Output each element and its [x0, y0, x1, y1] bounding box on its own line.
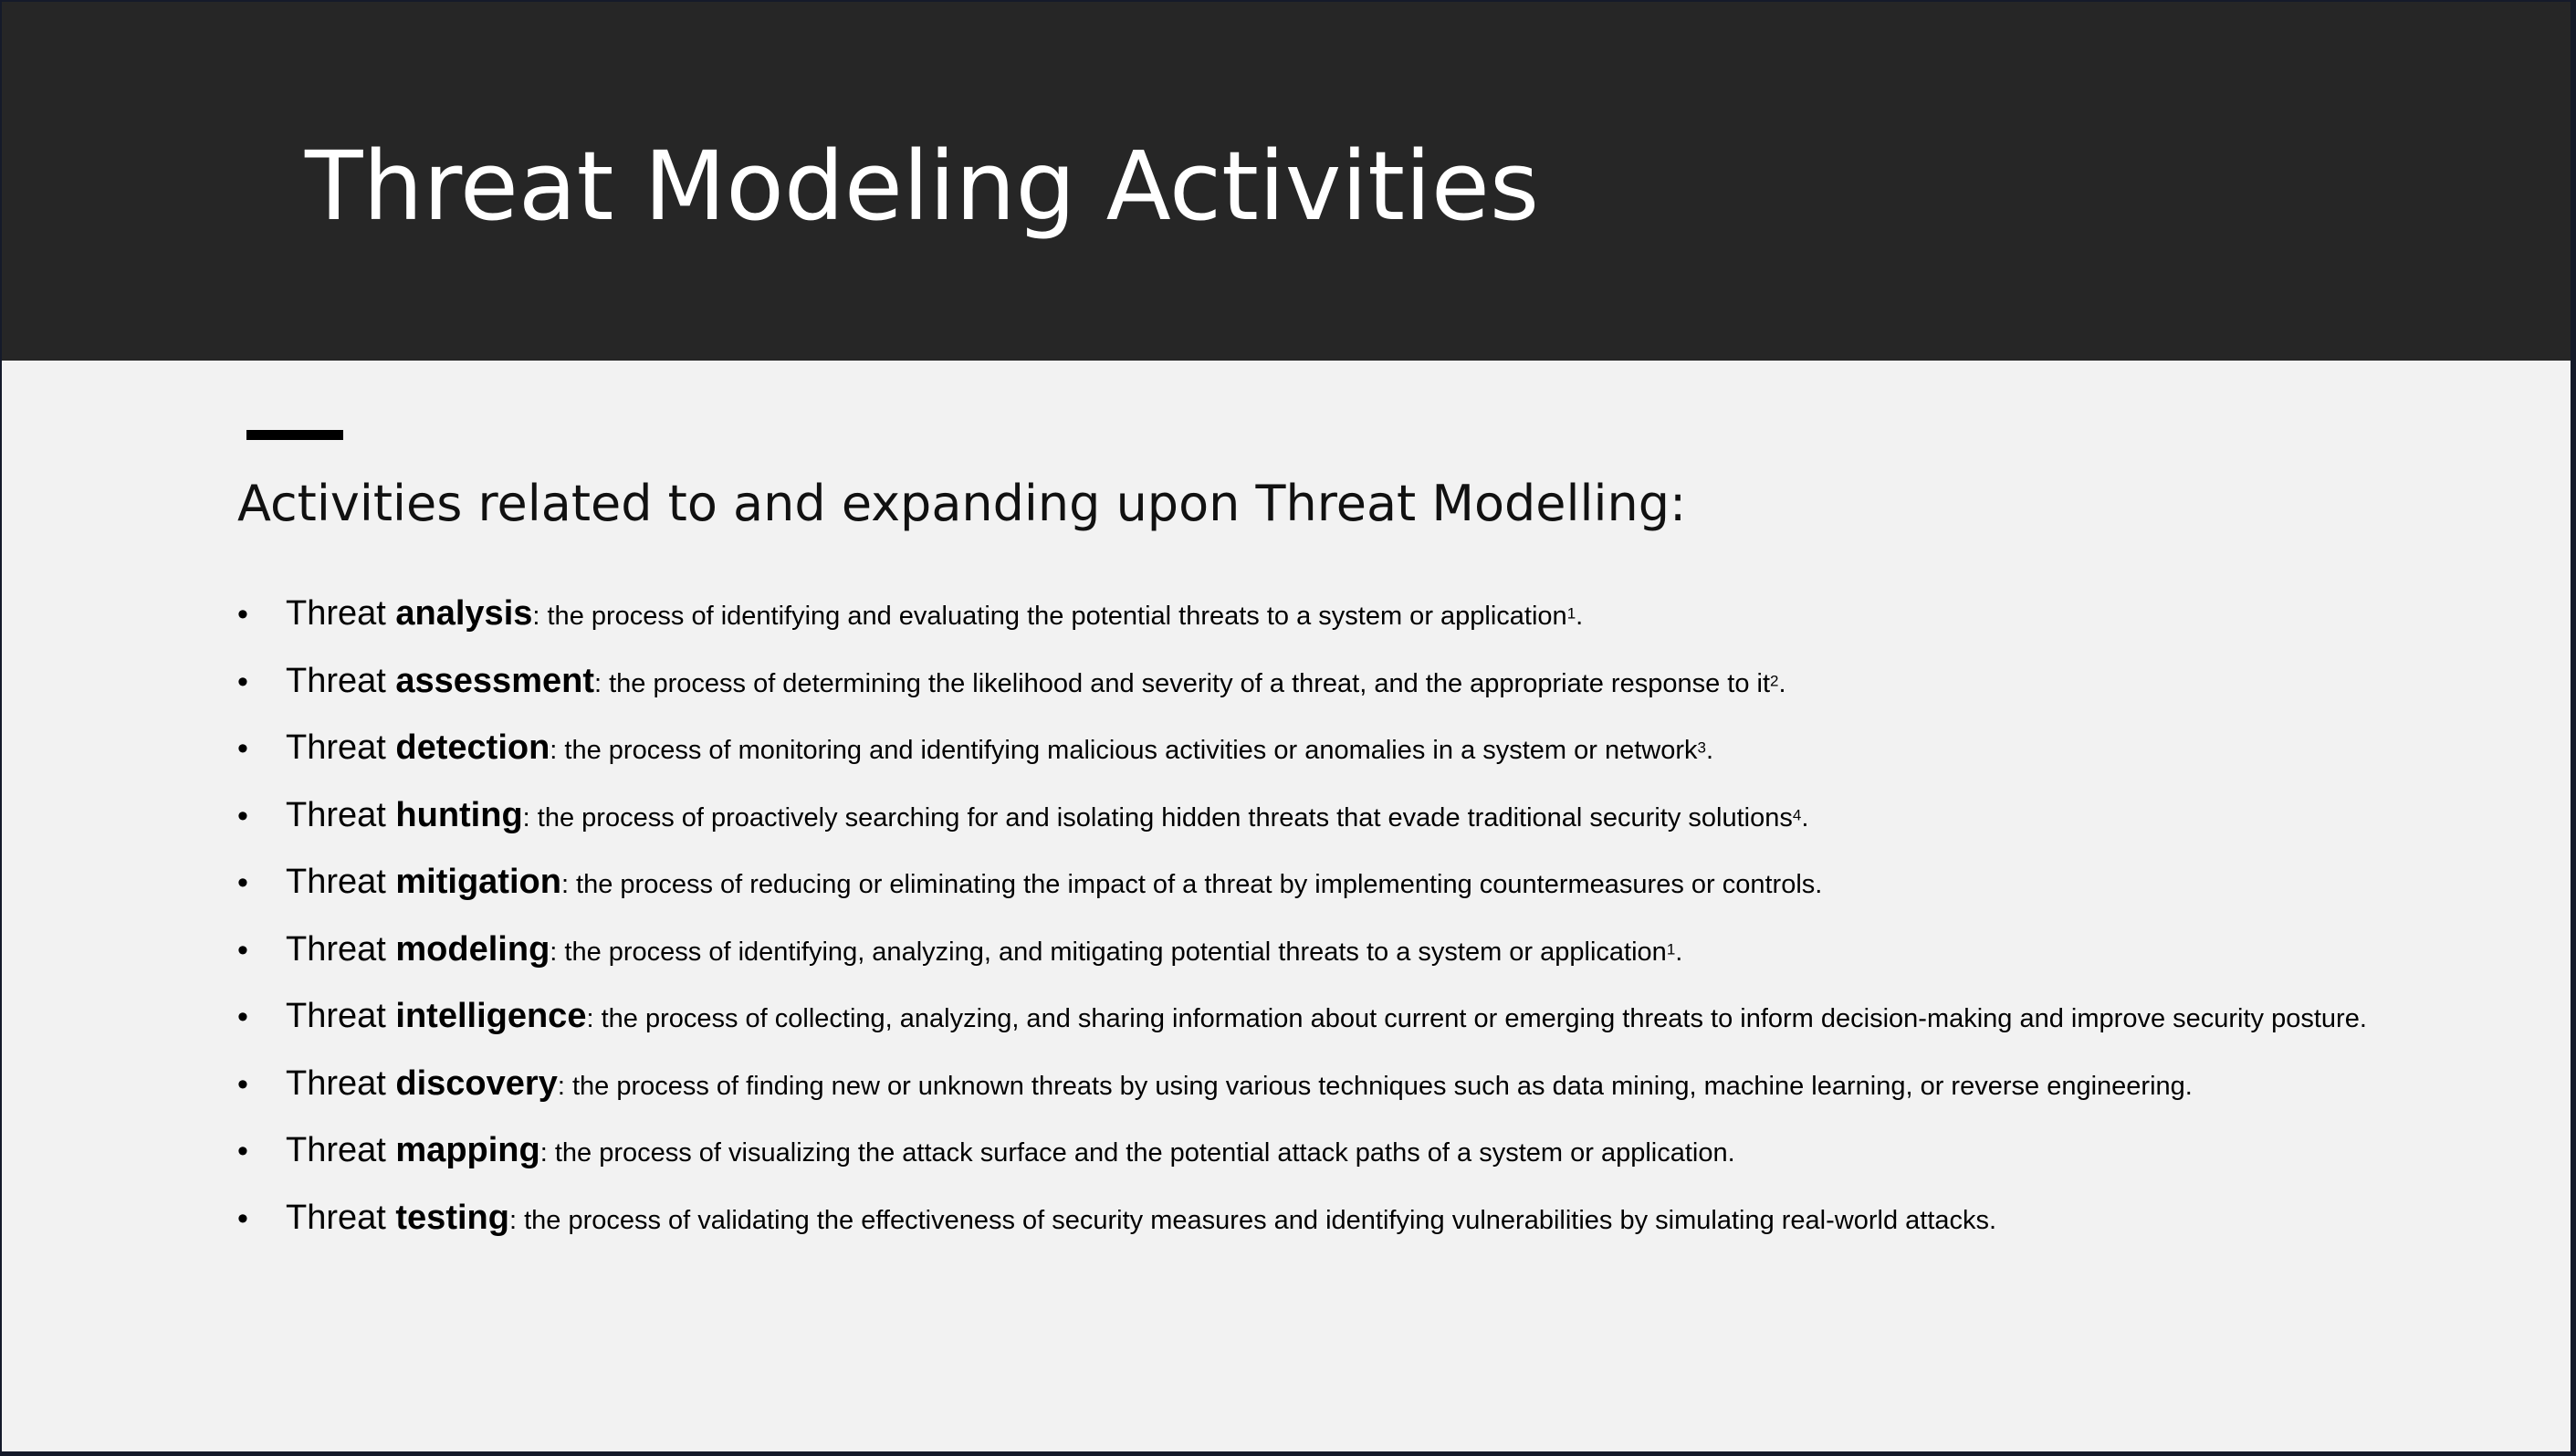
bullet-icon: •: [237, 798, 248, 833]
bullet-text: Threat mitigation: the process of reduci…: [286, 862, 1822, 904]
bullet-text: Threat detection: the process of monitor…: [286, 728, 1713, 770]
term-definition: : the process of identifying, analyzing,…: [550, 937, 1667, 967]
bullet-icon: •: [237, 664, 248, 699]
bullet-icon: •: [237, 932, 248, 968]
term-lead: Threat: [286, 863, 396, 901]
term-punctuation: .: [1706, 736, 1714, 765]
term-definition: : the process of determining the likelih…: [593, 668, 1771, 698]
term-punctuation: .: [1801, 802, 1809, 833]
accent-bar: [246, 430, 343, 440]
term-definition: : the process of finding new or unknown …: [557, 1071, 2193, 1101]
reference-number: 3: [1697, 738, 1707, 757]
term-lead: Threat: [286, 795, 396, 834]
bullet-icon: •: [237, 1200, 248, 1236]
bullet-icon: •: [237, 1066, 248, 1102]
term-keyword: discovery: [395, 1063, 558, 1103]
term-lead: Threat: [286, 1131, 396, 1169]
term-keyword: detection: [395, 728, 550, 767]
term-definition: : the process of proactively searching f…: [522, 802, 1793, 833]
term-definition: : the process of collecting, analyzing, …: [586, 1004, 2367, 1033]
slide-title: Threat Modeling Activities: [305, 131, 1540, 242]
bullet-icon: •: [237, 865, 248, 900]
term-definition: : the process of reducing or eliminating…: [560, 870, 1823, 899]
bullet-text: Threat hunting: the process of proactive…: [286, 795, 1808, 837]
term-keyword: testing: [395, 1198, 509, 1237]
term-keyword: assessment: [395, 661, 594, 700]
reference-number: 1: [1566, 604, 1576, 623]
term-definition: : the process of identifying and evaluat…: [532, 602, 1567, 631]
slide-subtitle: Activities related to and expanding upon…: [237, 475, 1687, 532]
bullet-text: Threat analysis: the process of identify…: [286, 593, 1583, 635]
reference-number: 2: [1770, 672, 1779, 690]
term-lead: Threat: [286, 661, 396, 700]
term-lead: Threat: [286, 997, 396, 1035]
term-lead: Threat: [286, 1198, 396, 1237]
term-lead: Threat: [286, 594, 396, 633]
bullet-text: Threat discovery: the process of finding…: [286, 1063, 2193, 1105]
term-keyword: analysis: [395, 594, 533, 633]
bullet-icon: •: [237, 597, 248, 632]
term-keyword: mitigation: [395, 863, 561, 901]
term-definition: : the process of monitoring and identify…: [550, 736, 1698, 765]
term-definition: : the process of validating the effectiv…: [508, 1205, 1997, 1235]
slide-header: Threat Modeling Activities: [2, 2, 2571, 361]
term-punctuation: .: [1778, 668, 1786, 698]
bullet-icon: •: [237, 731, 248, 766]
term-lead: Threat: [286, 1063, 396, 1103]
bullet-text: Threat testing: the process of validatin…: [286, 1198, 1996, 1240]
bullet-text: Threat assessment: the process of determ…: [286, 661, 1786, 703]
bullet-icon: •: [237, 1000, 248, 1034]
bullet-text: Threat modeling: the process of identify…: [286, 929, 1682, 971]
term-keyword: mapping: [395, 1131, 540, 1169]
term-punctuation: .: [1675, 937, 1683, 967]
term-keyword: hunting: [395, 795, 523, 834]
bullet-text: Threat intelligence: the process of coll…: [286, 996, 2367, 1038]
term-definition: : the process of visualizing the attack …: [539, 1138, 1735, 1168]
reference-number: 1: [1666, 940, 1676, 958]
term-keyword: modeling: [395, 929, 550, 969]
bullet-text: Threat mapping: the process of visualizi…: [286, 1130, 1735, 1172]
reference-number: 4: [1792, 806, 1802, 824]
term-lead: Threat: [286, 728, 396, 767]
slide: Threat Modeling Activities Activities re…: [2, 2, 2571, 1451]
term-lead: Threat: [286, 929, 396, 969]
term-punctuation: .: [1576, 602, 1584, 631]
term-keyword: intelligence: [395, 997, 587, 1035]
bullet-icon: •: [237, 1134, 248, 1168]
